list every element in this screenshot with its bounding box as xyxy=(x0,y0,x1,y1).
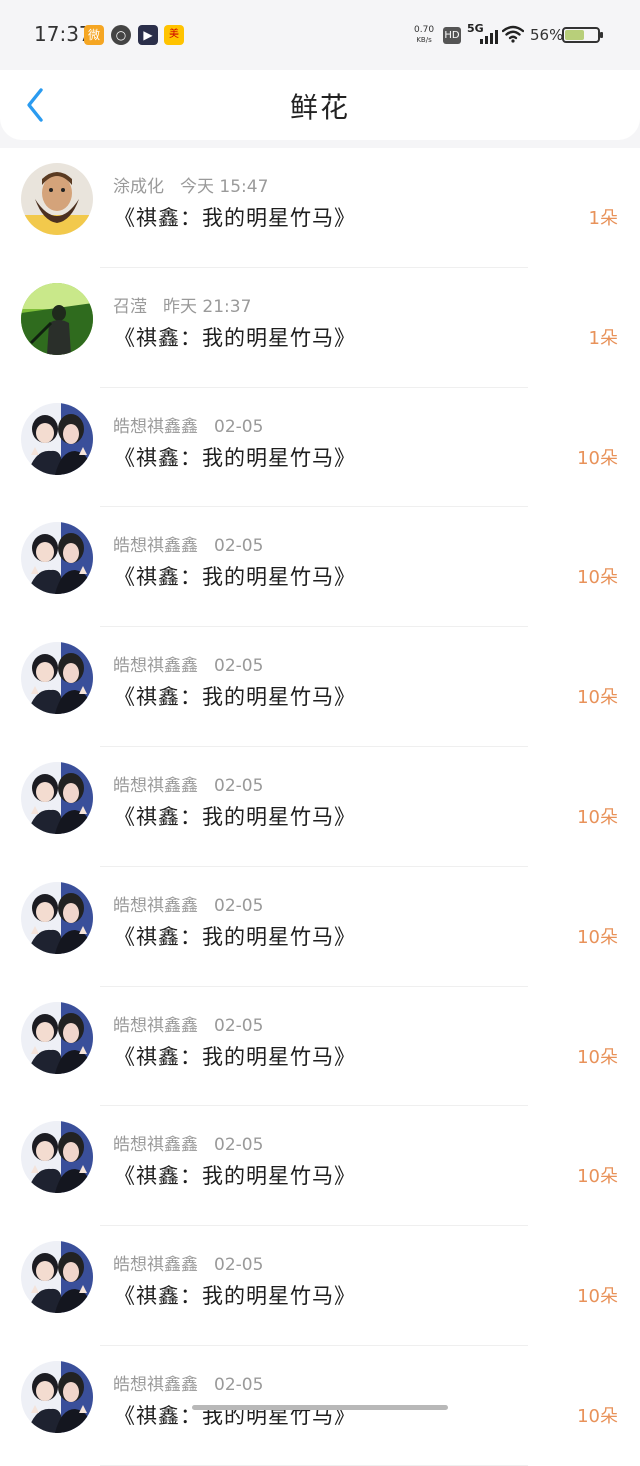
timestamp: 02-05 xyxy=(214,536,264,557)
couple-photo-avatar[interactable] xyxy=(21,1360,93,1433)
flower-count: 10朵 xyxy=(577,447,618,469)
couple-photo-avatar[interactable] xyxy=(21,402,93,475)
flower-count: 10朵 xyxy=(577,806,618,828)
status-bar: 17:37 微 ○ ▶ 美 0.70 KB/s HD 5G 56% xyxy=(0,0,640,70)
book-title: 《祺鑫：我的明星竹马》 xyxy=(114,685,356,710)
wifi-icon xyxy=(502,25,524,43)
timestamp: 02-05 xyxy=(214,1135,264,1156)
list-item[interactable]: 皓想祺鑫鑫 02-05 《祺鑫：我的明星竹马》 10朵 xyxy=(0,507,640,628)
battery-icon xyxy=(562,27,603,43)
username: 皓想祺鑫鑫 xyxy=(113,656,198,677)
couple-photo-avatar[interactable] xyxy=(21,1241,93,1314)
list-item[interactable]: 皓想祺鑫鑫 02-05 《祺鑫：我的明星竹马》 10朵 xyxy=(0,867,640,987)
username: 皓想祺鑫鑫 xyxy=(113,895,198,916)
row-meta: 皓想祺鑫鑫 02-05 xyxy=(113,651,263,676)
flower-count: 1朵 xyxy=(588,208,618,229)
row-meta: 召滢 昨天 21:37 xyxy=(113,292,251,317)
username: 召滢 xyxy=(113,296,147,317)
flower-count: 10朵 xyxy=(577,1286,618,1308)
flower-count: 10朵 xyxy=(577,1166,618,1188)
flower-count: 10朵 xyxy=(577,687,618,709)
network-speed: 0.70 KB/s xyxy=(414,25,434,45)
username: 皓想祺鑫鑫 xyxy=(113,416,198,437)
list-item[interactable]: 皓想祺鑫鑫 02-05 《祺鑫：我的明星竹马》 10朵 xyxy=(0,1106,640,1227)
book-title: 《祺鑫：我的明星竹马》 xyxy=(114,206,356,230)
username: 皓想祺鑫鑫 xyxy=(113,1015,198,1036)
list-item[interactable]: 召滢 昨天 21:37 《祺鑫：我的明星竹马》 1朵 xyxy=(0,268,640,388)
weibo-icon: 微 xyxy=(84,25,104,45)
username: 皓想祺鑫鑫 xyxy=(113,536,198,557)
man-mustache-avatar[interactable] xyxy=(21,163,93,235)
list-item[interactable]: 皓想祺鑫鑫 02-05 《祺鑫：我的明星竹马》 10朵 xyxy=(0,747,640,867)
timestamp: 02-05 xyxy=(214,895,264,916)
book-title: 《祺鑫：我的明星竹马》 xyxy=(114,325,356,350)
flower-count: 10朵 xyxy=(577,567,618,589)
list-item[interactable]: 涂成化 今天 15:47 《祺鑫：我的明星竹马》 1朵 xyxy=(0,148,640,268)
flower-count: 1朵 xyxy=(588,327,618,349)
row-meta: 皓想祺鑫鑫 02-05 xyxy=(113,1250,263,1275)
row-meta: 皓想祺鑫鑫 02-05 xyxy=(113,771,263,796)
couple-photo-avatar[interactable] xyxy=(21,1001,93,1074)
page-title: 鲜花 xyxy=(289,91,350,124)
timestamp: 02-05 xyxy=(214,416,264,437)
hd-badge: HD xyxy=(443,27,461,44)
timestamp: 02-05 xyxy=(214,775,264,796)
couple-photo-avatar[interactable] xyxy=(21,642,93,715)
book-title: 《祺鑫：我的明星竹马》 xyxy=(114,1284,356,1309)
network-speed-value: 0.70 xyxy=(414,25,435,35)
book-title: 《祺鑫：我的明星竹马》 xyxy=(114,1164,356,1189)
couple-photo-avatar[interactable] xyxy=(21,761,93,834)
book-title: 《祺鑫：我的明星竹马》 xyxy=(114,804,356,829)
battery-level xyxy=(565,30,585,40)
timestamp: 今天 15:47 xyxy=(180,177,269,197)
couple-photo-avatar[interactable] xyxy=(21,881,93,954)
row-meta: 皓想祺鑫鑫 02-05 xyxy=(113,1011,263,1036)
list-item[interactable]: 皓想祺鑫鑫 02-05 《祺鑫：我的明星竹马》 10朵 xyxy=(0,627,640,747)
signal-icon xyxy=(480,30,498,44)
row-meta: 皓想祺鑫鑫 02-05 xyxy=(113,891,263,916)
book-title: 《祺鑫：我的明星竹马》 xyxy=(114,565,356,590)
row-meta: 皓想祺鑫鑫 02-05 xyxy=(113,412,263,437)
app-ring-icon: ○ xyxy=(111,25,131,45)
home-indicator[interactable] xyxy=(192,1405,448,1410)
flower-count: 10朵 xyxy=(577,926,618,948)
video-play-icon: ▶ xyxy=(138,25,158,45)
username: 涂成化 xyxy=(113,177,164,197)
network-speed-unit: KB/s xyxy=(416,36,432,44)
couple-photo-avatar[interactable] xyxy=(21,1121,93,1194)
couple-photo-avatar[interactable] xyxy=(21,522,93,595)
row-meta: 涂成化 今天 15:47 xyxy=(113,172,268,197)
book-title: 《祺鑫：我的明星竹马》 xyxy=(114,445,356,470)
username: 皓想祺鑫鑫 xyxy=(113,1135,198,1156)
book-title: 《祺鑫：我的明星竹马》 xyxy=(114,1044,356,1069)
row-meta: 皓想祺鑫鑫 02-05 xyxy=(113,531,263,556)
nav-header: 鲜花 xyxy=(0,70,640,140)
status-time: 17:37 xyxy=(34,22,92,46)
list-item[interactable]: 皓想祺鑫鑫 02-05 《祺鑫：我的明星竹马》 10朵 xyxy=(0,987,640,1107)
flower-count: 10朵 xyxy=(577,1046,618,1068)
flower-gift-list[interactable]: 涂成化 今天 15:47 《祺鑫：我的明星竹马》 1朵 召滢 昨天 21:37 《祺… xyxy=(0,148,640,1466)
username: 皓想祺鑫鑫 xyxy=(113,1255,198,1276)
list-item[interactable]: 皓想祺鑫鑫 02-05 《祺鑫：我的明星竹马》 10朵 xyxy=(0,1226,640,1346)
timestamp: 02-05 xyxy=(214,1374,264,1395)
row-meta: 皓想祺鑫鑫 02-05 xyxy=(113,1130,263,1155)
meituan-icon: 美 xyxy=(164,25,184,45)
timestamp: 02-05 xyxy=(214,1255,264,1276)
book-title: 《祺鑫：我的明星竹马》 xyxy=(114,924,356,949)
row-meta: 皓想祺鑫鑫 02-05 xyxy=(113,1370,263,1395)
list-item[interactable]: 皓想祺鑫鑫 02-05 《祺鑫：我的明星竹马》 10朵 xyxy=(0,388,640,508)
timestamp: 02-05 xyxy=(214,1015,264,1036)
green-photo-avatar[interactable] xyxy=(21,282,93,355)
username: 皓想祺鑫鑫 xyxy=(113,775,198,796)
timestamp: 02-05 xyxy=(214,656,264,677)
battery-percent: 56% xyxy=(530,26,564,44)
username: 皓想祺鑫鑫 xyxy=(113,1374,198,1395)
timestamp: 昨天 21:37 xyxy=(163,296,252,317)
